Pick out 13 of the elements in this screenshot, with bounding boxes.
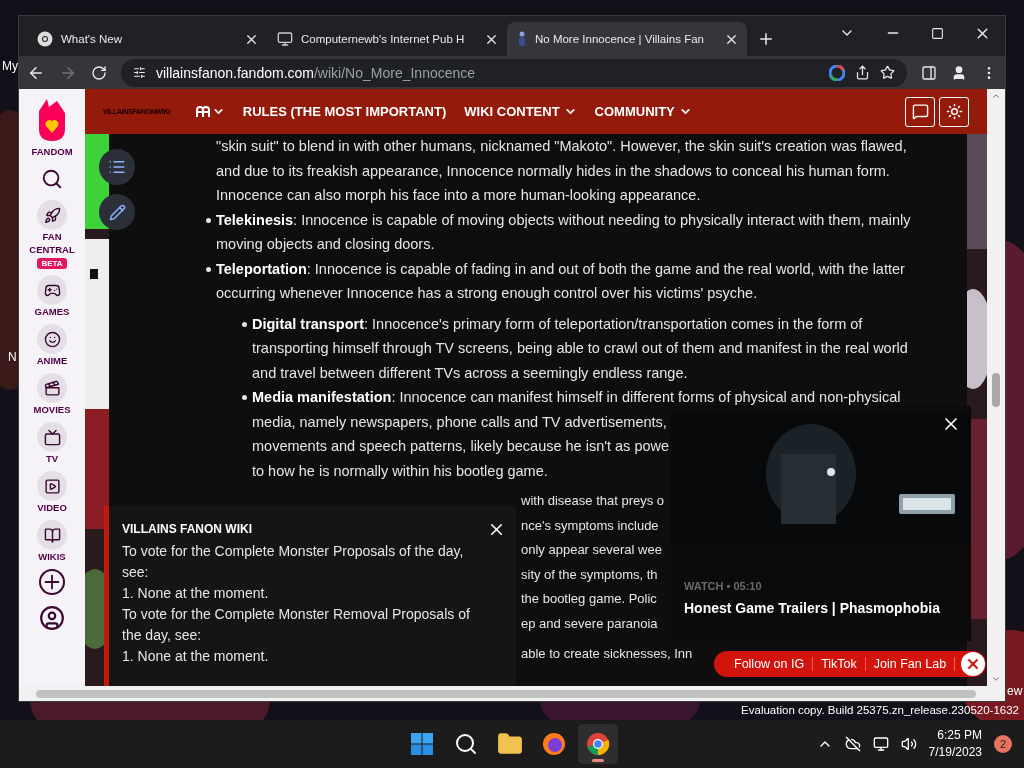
cloud-off-icon[interactable] xyxy=(844,736,861,752)
network-icon[interactable] xyxy=(872,736,889,752)
volume-icon[interactable] xyxy=(900,736,917,752)
date-text: 7/19/2023 xyxy=(928,744,982,761)
folder-icon xyxy=(497,731,523,757)
fox-globe-icon xyxy=(542,732,566,756)
chrome-logo-icon xyxy=(586,732,610,756)
notification-badge[interactable]: 2 xyxy=(994,735,1012,753)
time-text: 6:25 PM xyxy=(937,727,982,744)
search-icon xyxy=(454,732,478,756)
clock[interactable]: 6:25 PM 7/19/2023 xyxy=(928,727,982,761)
taskbar-app-button[interactable] xyxy=(578,724,618,764)
windows-logo-icon xyxy=(410,732,434,756)
